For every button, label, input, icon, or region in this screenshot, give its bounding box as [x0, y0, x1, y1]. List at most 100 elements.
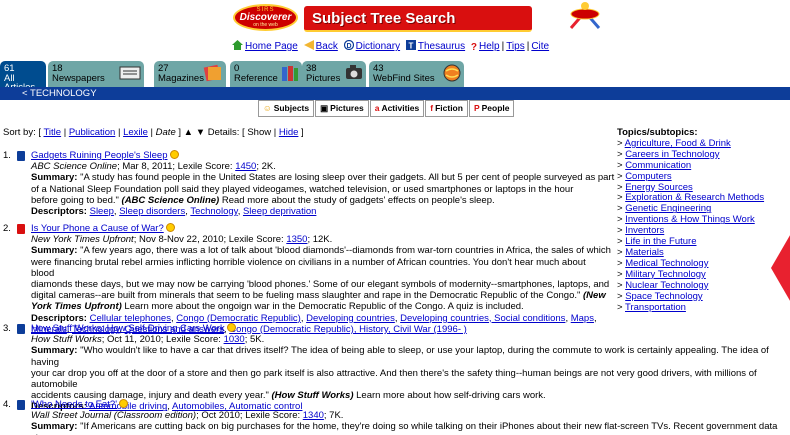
globe-icon — [443, 64, 461, 82]
topic-link[interactable]: Inventions & How Things Work — [625, 214, 755, 225]
pictures-button[interactable]: ▣ Pictures — [315, 100, 369, 117]
button-label: Activities — [381, 103, 420, 113]
sort-by-lexile[interactable]: Lexile — [123, 127, 148, 138]
subject-smiley-icon[interactable] — [119, 399, 129, 408]
topic-item: > Transportation — [617, 302, 782, 314]
help-link[interactable]: Help — [479, 41, 500, 52]
summary-label: Summary: — [31, 345, 78, 357]
subject-smiley-icon[interactable] — [169, 150, 179, 159]
topic-link[interactable]: Transportation — [625, 302, 686, 313]
sirs-discoverer-logo[interactable]: SIRS Discoverer on the web — [233, 4, 298, 31]
topic-link[interactable]: Nuclear Technology — [625, 280, 708, 291]
hide-details-link[interactable]: Hide — [279, 127, 299, 138]
tab-reference[interactable]: 0 Reference — [230, 61, 302, 87]
dictionary-link[interactable]: Dictionary — [356, 41, 400, 52]
breadcrumb-technology[interactable]: < TECHNOLOGY — [22, 88, 97, 99]
summary-text: your car drop you off at the door of a s… — [31, 367, 757, 391]
result-number: 3. — [3, 323, 11, 334]
topic-link[interactable]: Computers — [625, 171, 671, 182]
sort-by-publication[interactable]: Publication — [69, 127, 115, 138]
tab-label: Reference — [234, 72, 278, 84]
summary-label: Summary: — [31, 421, 78, 433]
sort-by-title[interactable]: Title — [43, 127, 61, 138]
descriptor-link[interactable]: Sleep — [90, 206, 114, 217]
result-title-link[interactable]: How Stuff Works: How Self-Driving Cars W… — [31, 323, 225, 334]
content-filter-buttons: ☺ Subjects ▣ Pictures a Activities f Fiction P Pe… — [258, 100, 515, 118]
nav-separator: | — [526, 41, 530, 52]
cite-link[interactable]: Cite — [531, 41, 549, 52]
result-number: 2. — [3, 223, 11, 234]
lexile-score-link[interactable]: 1350 — [286, 234, 307, 245]
summary-text: before going to bed." — [31, 194, 119, 206]
button-label: Subjects — [273, 103, 310, 113]
tab-webfind-sites[interactable]: 43 WebFind Sites — [369, 61, 464, 87]
summary-label: Summary: — [31, 172, 78, 184]
tab-all-articles[interactable]: 61 All Articles — [0, 61, 46, 92]
topic-link[interactable]: Communication — [625, 160, 691, 171]
topic-prefix: > — [617, 181, 626, 193]
topic-link[interactable]: Materials — [625, 247, 664, 258]
topic-link[interactable]: Military Technology — [625, 269, 706, 280]
descriptor-link[interactable]: Technology — [190, 206, 237, 217]
sort-suffix: ] — [301, 127, 304, 138]
fiction-button[interactable]: f Fiction — [425, 100, 468, 117]
result-size: ; 12K. — [307, 234, 333, 246]
document-icon — [17, 224, 25, 234]
tab-newspapers[interactable]: 18 Newspapers — [48, 61, 144, 87]
topic-link[interactable]: Genetic Engineering — [625, 203, 711, 214]
summary-learn-more: Learn more about the ongoign war in the … — [121, 301, 524, 313]
home-page-link[interactable]: Home Page — [245, 41, 298, 52]
descriptor-link[interactable]: Sleep deprivation — [243, 206, 316, 217]
topic-link[interactable]: Life in the Future — [625, 236, 696, 247]
sort-prefix: Sort by: [ — [3, 127, 42, 138]
result-title-link[interactable]: Gadgets Ruining People's Sleep — [31, 150, 168, 161]
topic-link[interactable]: Agriculture, Food & Drink — [625, 138, 731, 149]
tab-magazines[interactable]: 27 Magazines — [154, 61, 226, 87]
tab-pictures[interactable]: 38 Pictures — [302, 61, 366, 87]
picture-icon: ▣ — [320, 103, 329, 113]
header: SIRS Discoverer on the web Subject Tree … — [0, 0, 790, 60]
descriptor-link[interactable]: Sleep disorders — [119, 206, 185, 217]
topic-prefix: > — [617, 257, 626, 269]
descriptor-link[interactable]: Maps — [571, 313, 594, 324]
topic-link[interactable]: Careers in Technology — [625, 149, 719, 160]
subjects-button[interactable]: ☺ Subjects — [258, 100, 315, 117]
magazines-icon — [203, 64, 221, 82]
descriptor-link[interactable]: Developing countries, Social conditions — [400, 313, 565, 324]
sort-controls: Sort by: [ Title | Publication | Lexile … — [3, 127, 304, 138]
subject-smiley-icon[interactable] — [226, 323, 236, 332]
result-size: ; 5K. — [244, 334, 265, 346]
topic-link[interactable]: Space Technology — [625, 291, 702, 302]
result-source: Wall Street Journal (Classroom edition) — [31, 410, 197, 422]
back-link[interactable]: Back — [316, 41, 338, 52]
lexile-score-link[interactable]: 1030 — [224, 334, 245, 345]
people-button[interactable]: P People — [468, 100, 515, 117]
tips-link[interactable]: Tips — [506, 41, 525, 52]
tab-label: Newspapers — [52, 72, 105, 84]
lexile-score-link[interactable]: 1340 — [303, 410, 324, 421]
subject-smiley-icon[interactable] — [165, 223, 175, 232]
topic-prefix: > — [617, 236, 626, 248]
descriptor-link[interactable]: Developing countries — [306, 313, 395, 324]
page-title: Subject Tree Search — [304, 6, 532, 32]
dictionary-icon: D — [343, 40, 354, 50]
result-title-link[interactable]: Is Your Phone a Cause of War? — [31, 223, 164, 234]
descriptor-link[interactable]: Congo (Democratic Republic) — [176, 313, 301, 324]
help-icon: ? — [470, 42, 477, 53]
topic-link[interactable]: Medical Technology — [625, 258, 708, 269]
activities-button[interactable]: a Activities — [369, 100, 425, 117]
topic-link[interactable]: Exploration & Research Methods — [625, 192, 764, 203]
descriptors-label: Descriptors: — [31, 206, 87, 218]
result-title-link[interactable]: 'Who Needs to Eat?' — [31, 399, 117, 410]
topic-link[interactable]: Energy Sources — [625, 182, 693, 193]
topic-link[interactable]: Inventors — [625, 225, 664, 236]
lexile-score-link[interactable]: 1450 — [235, 161, 256, 172]
svg-text:T: T — [408, 42, 413, 51]
thesaurus-link[interactable]: Thesaurus — [418, 41, 465, 52]
result-source: New York Times Upfront — [31, 234, 134, 246]
summary-text: of a National Sleep Foundation poll said… — [31, 183, 574, 195]
descriptor-link[interactable]: Cellular telephones — [90, 313, 171, 324]
expand-arrow-icon[interactable] — [771, 230, 790, 306]
result-meta: ; Nov 8-Nov 22, 2010; Lexile Score: — [133, 234, 287, 246]
summary-learn-more: Read more about the study of gadgets' ef… — [219, 194, 495, 206]
